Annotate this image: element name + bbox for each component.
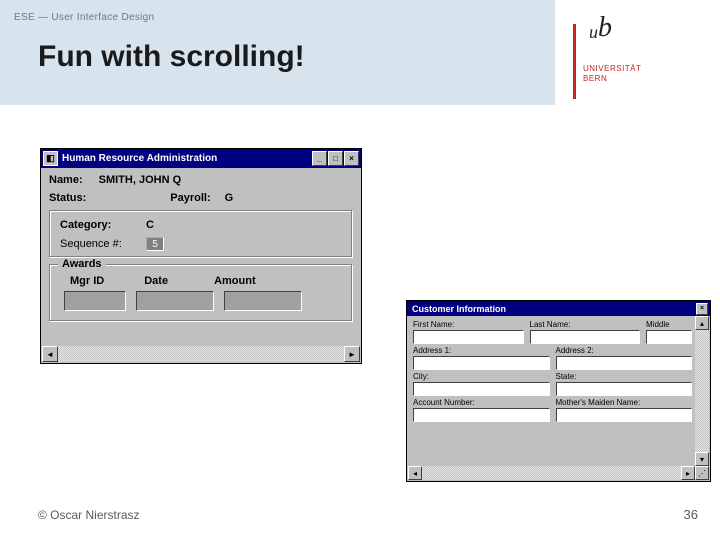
category-group: Category: C Sequence #: 5 (49, 210, 353, 258)
footer-page-number: 36 (684, 507, 698, 522)
middle-input[interactable] (646, 330, 692, 344)
maiden-input[interactable] (556, 408, 693, 422)
last-name-input[interactable] (530, 330, 641, 344)
address1-input[interactable] (413, 356, 550, 370)
close-button[interactable]: × (696, 303, 708, 315)
name-label: Name: (49, 174, 83, 186)
middle-label: Middle (646, 320, 692, 329)
payroll-value: G (225, 192, 234, 204)
scroll-left-icon[interactable]: ◄ (42, 346, 58, 362)
customer-info-window: Customer Information × First Name: Last … (406, 300, 711, 482)
amount-input[interactable] (224, 291, 302, 311)
close-button[interactable]: × (344, 151, 359, 166)
scroll-track-v[interactable] (695, 330, 709, 452)
horizontal-scrollbar[interactable]: ◄ ► (42, 346, 360, 362)
system-menu-icon[interactable]: ◧ (43, 151, 58, 166)
address2-input[interactable] (556, 356, 693, 370)
scroll-right-icon[interactable]: ► (344, 346, 360, 362)
scroll-track[interactable] (58, 346, 344, 362)
address2-label: Address 2: (556, 346, 693, 355)
scroll-down-icon[interactable]: ▾ (695, 452, 709, 466)
footer-copyright: © Oscar Nierstrasz (38, 508, 140, 522)
titlebar[interactable]: Customer Information × (407, 301, 710, 316)
first-name-input[interactable] (413, 330, 524, 344)
slide-title: Fun with scrolling! (38, 40, 305, 74)
col-date: Date (144, 275, 168, 287)
university-logo: ub UNIVERSITÄT BERN (555, 0, 720, 105)
form-body: First Name: Last Name: Middle Address 1:… (407, 316, 710, 428)
mgr-input[interactable] (64, 291, 126, 311)
col-mgr: Mgr ID (70, 275, 104, 287)
window-title: Customer Information (409, 304, 695, 314)
window-body: Name: SMITH, JOHN Q Status: Payroll: G C… (41, 168, 361, 334)
size-grip-icon[interactable]: ⋰ (695, 466, 709, 480)
course-label: ESE — User Interface Design (14, 12, 154, 23)
maximize-button[interactable]: □ (328, 151, 343, 166)
logo-mark: ub (589, 12, 612, 44)
state-input[interactable] (556, 382, 693, 396)
sequence-field[interactable]: 5 (146, 237, 164, 251)
awards-legend: Awards (58, 258, 106, 270)
window-title: Human Resource Administration (62, 153, 311, 164)
scroll-right-icon[interactable]: ▸ (681, 466, 695, 480)
account-input[interactable] (413, 408, 550, 422)
minimize-button[interactable]: _ (312, 151, 327, 166)
awards-group: Awards Mgr ID Date Amount (49, 264, 353, 322)
titlebar[interactable]: ◧ Human Resource Administration _ □ × (41, 149, 361, 168)
sequence-label: Sequence #: (60, 238, 146, 250)
horizontal-scrollbar[interactable]: ◂ ▸ ⋰ (408, 466, 709, 480)
status-label: Status: (49, 192, 86, 204)
state-label: State: (556, 372, 693, 381)
logo-text: UNIVERSITÄT BERN (583, 64, 641, 85)
date-input[interactable] (136, 291, 214, 311)
category-label: Category: (60, 219, 146, 231)
category-value: C (146, 219, 154, 231)
address1-label: Address 1: (413, 346, 550, 355)
payroll-label: Payroll: (170, 192, 210, 204)
hr-admin-window: ◧ Human Resource Administration _ □ × Na… (40, 148, 362, 364)
city-label: City: (413, 372, 550, 381)
maiden-label: Mother's Maiden Name: (556, 398, 693, 407)
vertical-scrollbar[interactable]: ▴ ▾ (695, 316, 709, 466)
scroll-up-icon[interactable]: ▴ (695, 316, 709, 330)
first-name-label: First Name: (413, 320, 524, 329)
col-amount: Amount (214, 275, 256, 287)
name-value: SMITH, JOHN Q (99, 174, 182, 186)
last-name-label: Last Name: (530, 320, 641, 329)
account-label: Account Number: (413, 398, 550, 407)
city-input[interactable] (413, 382, 550, 396)
logo-divider (573, 24, 576, 99)
scroll-left-icon[interactable]: ◂ (408, 466, 422, 480)
scroll-track-h[interactable] (422, 466, 681, 480)
